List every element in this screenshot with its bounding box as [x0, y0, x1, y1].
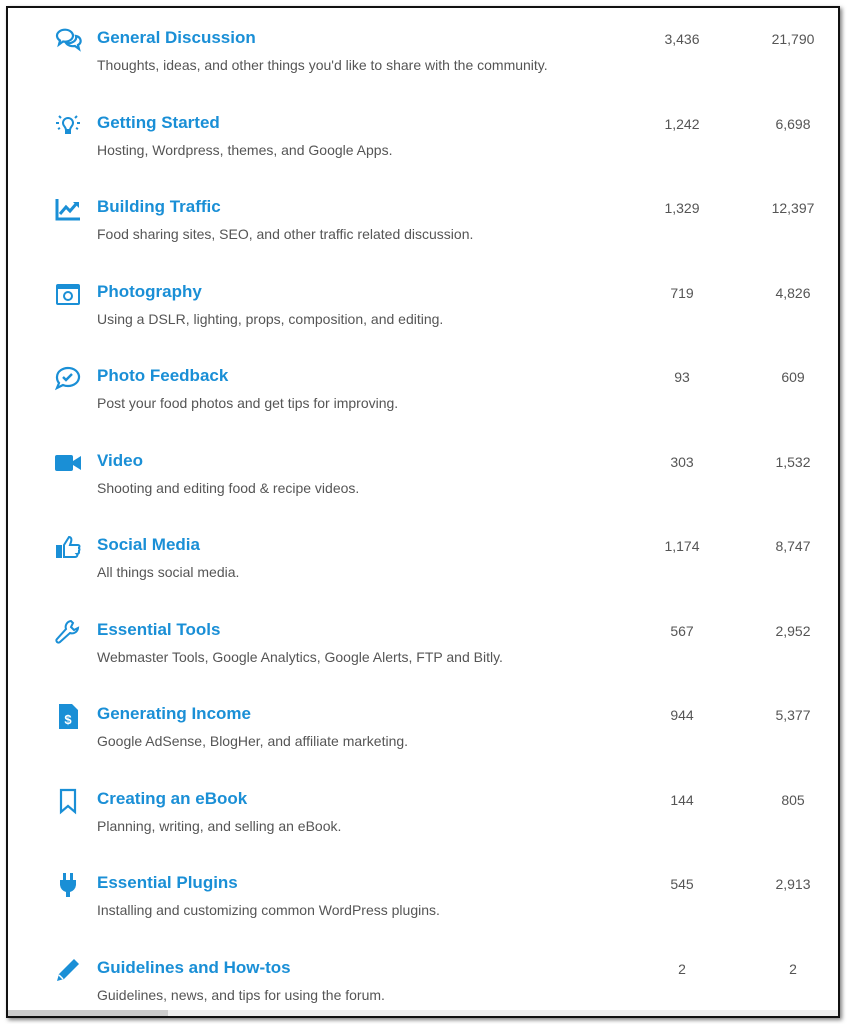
trend-chart-icon — [54, 195, 82, 223]
wrench-icon — [54, 618, 82, 646]
posts-count: 609 — [781, 369, 805, 385]
category-title-link[interactable]: Generating Income — [97, 704, 251, 724]
pencil-icon — [54, 956, 82, 984]
category-description: Thoughts, ideas, and other things you'd … — [97, 57, 548, 73]
category-title-link[interactable]: Social Media — [97, 535, 200, 555]
category-title-link[interactable]: Building Traffic — [97, 197, 221, 217]
thumbs-up-icon — [54, 533, 82, 561]
posts-count: 1,532 — [775, 453, 811, 470]
dollar-document-icon: $ — [54, 702, 82, 730]
category-title-link[interactable]: Guidelines and How-tos — [97, 958, 291, 978]
category-description: Webmaster Tools, Google Analytics, Googl… — [97, 648, 503, 665]
category-description: Hosting, Wordpress, themes, and Google A… — [97, 141, 393, 158]
posts-count: 2,913 — [775, 876, 811, 892]
posts-count: 5,377 — [775, 707, 811, 723]
topics-count: 1,174 — [664, 538, 700, 554]
category-title-link[interactable]: Essential Plugins — [97, 873, 238, 893]
posts-count: 21,790 — [771, 31, 815, 47]
category-description: Food sharing sites, SEO, and other traff… — [97, 226, 474, 242]
posts-count: 2 — [789, 960, 797, 977]
category-description: Installing and customizing common WordPr… — [97, 902, 440, 918]
category-list: General Discussion Thoughts, ideas, and … — [6, 6, 840, 1018]
category-row: Building Traffic Food sharing sites, SEO… — [8, 183, 838, 267]
bookmark-icon — [54, 787, 82, 815]
plug-icon — [54, 871, 82, 899]
category-row: Photo Feedback Post your food photos and… — [8, 352, 838, 436]
video-camera-icon — [54, 449, 82, 477]
topics-count: 93 — [674, 369, 690, 385]
category-row: Social Media All things social media. 1,… — [8, 521, 838, 605]
category-title-link[interactable]: General Discussion — [97, 28, 256, 48]
category-title-link[interactable]: Video — [97, 451, 143, 471]
category-title-link[interactable]: Creating an eBook — [97, 789, 247, 809]
posts-count: 12,397 — [771, 200, 815, 216]
topics-count: 3,436 — [664, 31, 700, 47]
category-row: $ Generating Income Google AdSense, Blog… — [8, 690, 838, 774]
category-row: Essential Tools Webmaster Tools, Google … — [8, 606, 838, 690]
category-description: Guidelines, news, and tips for using the… — [97, 986, 385, 1003]
topics-count: 1,242 — [664, 115, 700, 132]
topics-count: 944 — [670, 707, 694, 723]
category-description: Using a DSLR, lighting, props, compositi… — [97, 310, 444, 327]
category-row: Photography Using a DSLR, lighting, prop… — [8, 268, 838, 352]
check-bubble-icon — [54, 364, 82, 392]
posts-count: 4,826 — [775, 284, 811, 301]
lightbulb-icon — [54, 111, 82, 139]
category-title-link[interactable]: Photography — [97, 282, 202, 302]
category-description: Post your food photos and get tips for i… — [97, 395, 399, 411]
category-description: All things social media. — [97, 564, 240, 580]
topics-count: 719 — [670, 284, 694, 301]
category-title-link[interactable]: Getting Started — [97, 113, 220, 133]
category-title-link[interactable]: Essential Tools — [97, 620, 220, 640]
category-description: Planning, writing, and selling an eBook. — [97, 817, 342, 834]
category-row: Video Shooting and editing food & recipe… — [8, 437, 838, 521]
topics-count: 1,329 — [664, 200, 700, 216]
topics-count: 144 — [670, 791, 694, 808]
category-row: Creating an eBook Planning, writing, and… — [8, 775, 838, 859]
posts-count: 8,747 — [775, 538, 811, 554]
svg-text:$: $ — [64, 712, 72, 727]
topics-count: 303 — [670, 453, 694, 470]
topics-count: 545 — [670, 876, 694, 892]
topics-count: 2 — [678, 960, 686, 977]
category-row: General Discussion Thoughts, ideas, and … — [8, 14, 838, 98]
category-description: Google AdSense, BlogHer, and affiliate m… — [97, 733, 409, 749]
topics-count: 567 — [670, 622, 694, 639]
category-row: Essential Plugins Installing and customi… — [8, 859, 838, 943]
posts-count: 2,952 — [775, 622, 811, 639]
category-row: Getting Started Hosting, Wordpress, them… — [8, 99, 838, 183]
camera-icon — [54, 280, 82, 308]
posts-count: 805 — [781, 791, 805, 808]
category-title-link[interactable]: Photo Feedback — [97, 366, 228, 386]
chat-bubbles-icon — [54, 26, 82, 54]
posts-count: 6,698 — [775, 115, 811, 132]
category-row: Guidelines and How-tos Guidelines, news,… — [8, 944, 838, 1017]
category-description: Shooting and editing food & recipe video… — [97, 479, 360, 496]
